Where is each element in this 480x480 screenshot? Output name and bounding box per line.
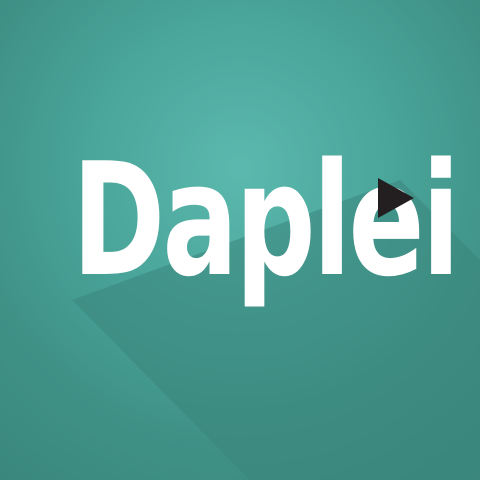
- app-icon: Daplei: [0, 0, 480, 480]
- logo-wordmark: Daplei: [72, 129, 460, 311]
- play-icon: [378, 178, 414, 218]
